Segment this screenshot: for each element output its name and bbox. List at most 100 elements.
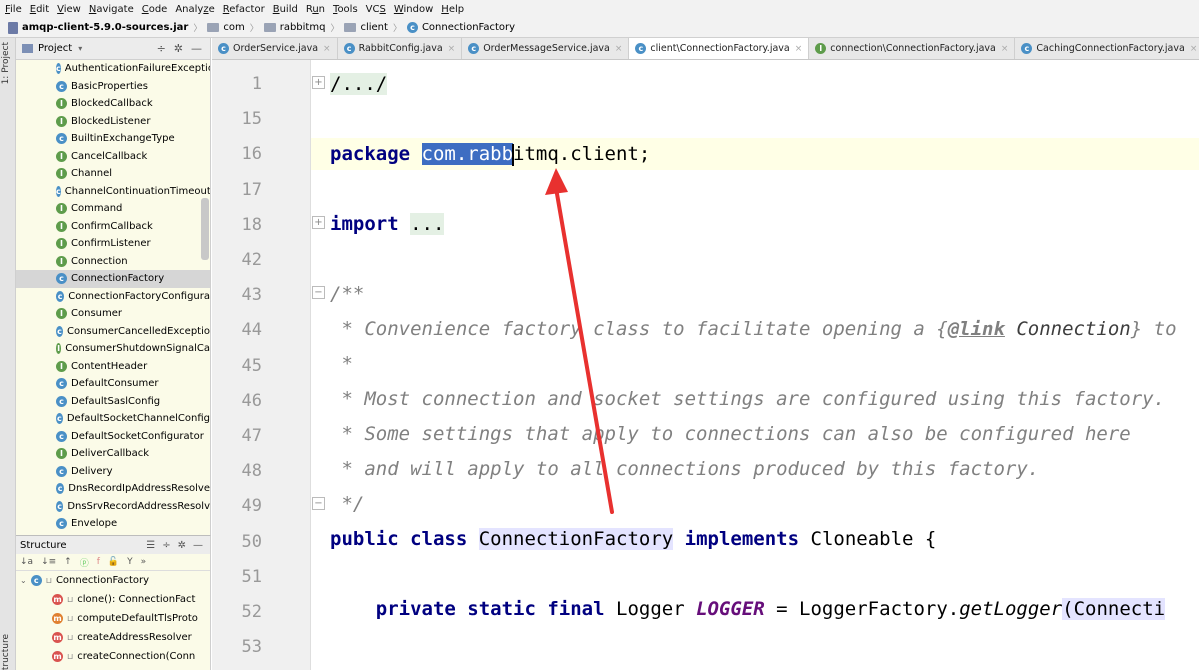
breadcrumb-jar[interactable]: amqp-client-5.9.0-sources.jar 〉 bbox=[8, 21, 207, 34]
project-tree-item[interactable]: I ConfirmCallback bbox=[16, 218, 210, 236]
fold-expand-icon[interactable]: + bbox=[312, 76, 325, 89]
hide-icon[interactable]: — bbox=[191, 42, 202, 55]
project-view-selector[interactable]: Project bbox=[38, 43, 72, 54]
close-icon[interactable]: × bbox=[795, 44, 803, 54]
collapse-all-icon[interactable]: ÷ bbox=[162, 540, 170, 551]
editor-tab[interactable]: Iconnection\ConnectionFactory.java × bbox=[809, 38, 1016, 59]
menu-item[interactable]: Navigate bbox=[89, 4, 134, 15]
close-icon[interactable]: × bbox=[1001, 44, 1009, 54]
menu-item[interactable]: Help bbox=[441, 4, 464, 15]
menu-item[interactable]: View bbox=[57, 4, 81, 15]
project-tree-item[interactable]: c Delivery bbox=[16, 463, 210, 481]
project-tree-item-label: DeliverCallback bbox=[71, 448, 150, 460]
sort-visibility-icon[interactable]: ↓≡ bbox=[41, 557, 56, 567]
fold-collapse-icon[interactable]: − bbox=[312, 497, 325, 510]
close-icon[interactable]: × bbox=[323, 44, 331, 54]
show-inherited-icon[interactable]: ↑ bbox=[64, 557, 72, 567]
menu-item[interactable]: VCS bbox=[366, 4, 386, 15]
project-tree-item[interactable]: c ChannelContinuationTimeout bbox=[16, 183, 210, 201]
folded-header[interactable]: /.../ bbox=[330, 73, 388, 95]
menu-item[interactable]: Window bbox=[394, 4, 433, 15]
project-tree-item-label: DefaultSocketChannelConfig bbox=[66, 413, 210, 425]
menu-item[interactable]: Refactor bbox=[223, 4, 265, 15]
menu-item[interactable]: Build bbox=[273, 4, 298, 15]
editor-tab[interactable]: c RabbitConfig.java × bbox=[338, 38, 463, 59]
project-tree-item[interactable]: I ConsumerShutdownSignalCa bbox=[16, 340, 210, 358]
menu-item-text: ools bbox=[337, 3, 358, 15]
structure-member[interactable]: m ⊔ createConnection(Conn bbox=[16, 647, 210, 666]
chevron-down-icon[interactable]: ⌄ bbox=[20, 576, 27, 585]
project-tree-item[interactable]: I Channel bbox=[16, 165, 210, 183]
project-tree-item[interactable]: I DeliverCallback bbox=[16, 445, 210, 463]
project-tree-item[interactable]: I BlockedCallback bbox=[16, 95, 210, 113]
structure-root[interactable]: ⌄ c ⊔ ConnectionFactory bbox=[16, 571, 210, 590]
close-icon[interactable]: × bbox=[615, 44, 623, 54]
folded-imports[interactable]: ... bbox=[410, 213, 445, 235]
breadcrumb-com[interactable]: com 〉 bbox=[207, 21, 263, 34]
project-tool-tab[interactable]: 1: Project bbox=[1, 42, 15, 84]
project-tree-item[interactable]: c ConsumerCancelledExceptio bbox=[16, 323, 210, 341]
structure-member[interactable]: m ⊔ createAddressResolver bbox=[16, 628, 210, 647]
structure-tool-tab[interactable]: Structure bbox=[1, 634, 15, 670]
scrollbar-thumb[interactable] bbox=[201, 198, 209, 260]
structure-member[interactable]: m ⊔ clone(): ConnectionFact bbox=[16, 590, 210, 609]
class-icon: c bbox=[56, 133, 67, 145]
editor-tab[interactable]: c OrderService.java × bbox=[212, 38, 338, 59]
gear-icon[interactable]: ✲ bbox=[178, 540, 186, 551]
menu-item[interactable]: File bbox=[5, 4, 22, 15]
project-tree-item[interactable]: c ConnectionFactory bbox=[16, 270, 210, 288]
show-nonpublic-icon[interactable]: 🔓 bbox=[108, 557, 119, 567]
filter-icon[interactable]: Y bbox=[127, 557, 133, 567]
breadcrumb-rabbitmq[interactable]: rabbitmq 〉 bbox=[263, 21, 345, 34]
project-tree-item[interactable]: c DefaultConsumer bbox=[16, 375, 210, 393]
close-icon[interactable]: × bbox=[1190, 44, 1198, 54]
close-icon[interactable]: × bbox=[448, 44, 456, 54]
project-tree-item[interactable]: c Envelope bbox=[16, 515, 210, 533]
project-tree-item[interactable]: I ConfirmListener bbox=[16, 235, 210, 253]
interface-icon: I bbox=[56, 360, 67, 372]
sort-alpha-icon[interactable]: ↓a bbox=[20, 557, 33, 567]
menu-item[interactable]: Analyze bbox=[175, 4, 214, 15]
class-name[interactable]: ConnectionFactory bbox=[478, 528, 674, 550]
code-editor[interactable]: 1 15 16 17 18 42 43 44 45 46 47 48 49 50 51 52 53 + + − … bbox=[212, 60, 1199, 670]
expand-all-icon[interactable]: ☰ bbox=[146, 540, 155, 551]
menu-item[interactable]: Run bbox=[306, 4, 325, 15]
project-tree-item[interactable]: I ContentHeader bbox=[16, 358, 210, 376]
menu-item[interactable]: Tools bbox=[333, 4, 358, 15]
project-tree-item[interactable]: c BasicProperties bbox=[16, 78, 210, 96]
line-number: 18 bbox=[241, 214, 262, 235]
project-tree-item[interactable]: I Command bbox=[16, 200, 210, 218]
structure-member[interactable]: m ⊔ computeDefaultTlsProto bbox=[16, 609, 210, 628]
project-tree-item[interactable]: c DefaultSocketConfigurator bbox=[16, 428, 210, 446]
show-properties-icon[interactable]: ⓟ bbox=[80, 556, 89, 569]
project-header: Project ▾ ÷ ✲ — bbox=[16, 38, 210, 60]
project-tree-item[interactable]: I CancelCallback bbox=[16, 148, 210, 166]
project-tree-item[interactable]: c AuthenticationFailureExceptio bbox=[16, 60, 210, 78]
project-tree-item[interactable]: I Connection bbox=[16, 253, 210, 271]
project-tree-item[interactable]: c DnsSrvRecordAddressResolv bbox=[16, 498, 210, 516]
gear-icon[interactable]: ✲ bbox=[174, 42, 183, 55]
editor-tab[interactable]: c CachingConnectionFactory.java × bbox=[1015, 38, 1199, 59]
menu-item[interactable]: Edit bbox=[30, 4, 49, 15]
show-fields-icon[interactable]: f bbox=[97, 557, 100, 567]
project-tree-item[interactable]: c DnsRecordIpAddressResolve bbox=[16, 480, 210, 498]
breadcrumb-client[interactable]: client 〉 bbox=[344, 21, 406, 34]
more-icon[interactable]: » bbox=[141, 557, 147, 567]
project-tree-item[interactable]: c DefaultSaslConfig bbox=[16, 393, 210, 411]
breadcrumb-class[interactable]: c ConnectionFactory bbox=[406, 22, 515, 33]
doc-link-ref[interactable]: Connection bbox=[1005, 318, 1130, 340]
editor-tab[interactable]: c client\ConnectionFactory.java × bbox=[629, 38, 810, 59]
project-tree-item[interactable]: c DefaultSocketChannelConfig bbox=[16, 410, 210, 428]
fold-expand-icon[interactable]: + bbox=[312, 216, 325, 229]
editor-tab[interactable]: c OrderMessageService.java × bbox=[462, 38, 630, 59]
chevron-down-icon[interactable]: ▾ bbox=[78, 44, 82, 53]
project-tree-item[interactable]: I BlockedListener bbox=[16, 113, 210, 131]
menu-item[interactable]: Code bbox=[142, 4, 168, 15]
hide-icon[interactable]: — bbox=[193, 540, 203, 551]
project-tree-item[interactable]: c BuiltinExchangeType bbox=[16, 130, 210, 148]
project-tree-item-label: ContentHeader bbox=[71, 360, 148, 372]
collapse-all-icon[interactable]: ÷ bbox=[157, 42, 166, 55]
project-tree-item[interactable]: I Consumer bbox=[16, 305, 210, 323]
fold-collapse-icon[interactable]: − bbox=[312, 286, 325, 299]
project-tree-item[interactable]: c ConnectionFactoryConfigura bbox=[16, 288, 210, 306]
